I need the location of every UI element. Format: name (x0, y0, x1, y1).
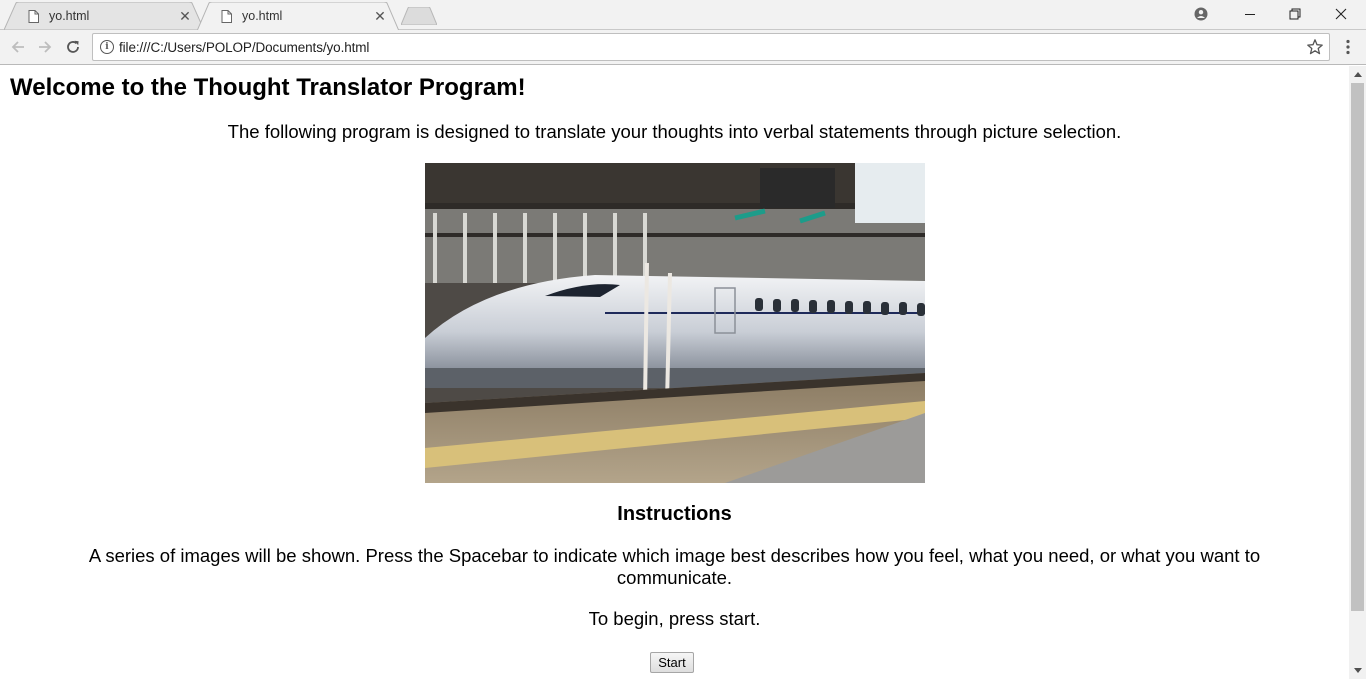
page-viewport: Welcome to the Thought Translator Progra… (0, 66, 1349, 679)
three-dots-vertical-icon[interactable] (1336, 33, 1360, 61)
minimize-icon[interactable] (1227, 0, 1273, 28)
profile-icon[interactable] (1178, 0, 1224, 28)
scroll-down-arrow-icon[interactable] (1349, 662, 1366, 679)
tab-title: yo.html (242, 9, 283, 23)
bullet-train-image (425, 163, 925, 483)
document-icon (221, 9, 232, 23)
tab-close-icon[interactable]: ✕ (178, 8, 192, 24)
new-tab-button[interactable] (401, 7, 437, 25)
star-icon[interactable] (1306, 38, 1324, 56)
tab-close-icon[interactable]: ✕ (373, 8, 387, 24)
tab-active[interactable]: yo.html ✕ (197, 2, 399, 30)
restore-icon[interactable] (1272, 0, 1318, 28)
tab-inactive[interactable]: yo.html ✕ (4, 2, 204, 30)
scrollbar-thumb[interactable] (1351, 83, 1364, 611)
instructions-heading: Instructions (617, 503, 732, 525)
document-icon (28, 9, 39, 23)
scroll-up-arrow-icon[interactable] (1349, 66, 1366, 83)
address-url[interactable]: file:///C:/Users/POLOP/Documents/yo.html (119, 40, 369, 55)
scrollbar[interactable] (1349, 66, 1366, 679)
close-icon[interactable] (1318, 0, 1364, 28)
info-icon[interactable]: i (100, 40, 114, 54)
tab-strip: yo.html ✕ yo.html ✕ (0, 0, 1366, 30)
intro-text: The following program is designed to tra… (227, 121, 1122, 142)
forward-button[interactable] (31, 33, 59, 61)
reload-icon (67, 40, 79, 53)
address-bar[interactable]: i file:///C:/Users/POLOP/Documents/yo.ht… (92, 33, 1330, 61)
start-button[interactable]: Start (650, 652, 694, 673)
reload-button[interactable] (59, 33, 87, 61)
back-button[interactable] (4, 33, 32, 61)
tab-title: yo.html (49, 9, 90, 23)
instructions-text: A series of images will be shown. Press … (88, 545, 1261, 588)
arrow-right-icon (39, 41, 52, 53)
arrow-left-icon (11, 41, 24, 53)
begin-text: To begin, press start. (588, 608, 761, 629)
page-title: Welcome to the Thought Translator Progra… (10, 74, 526, 101)
browser-toolbar: i file:///C:/Users/POLOP/Documents/yo.ht… (0, 30, 1366, 65)
